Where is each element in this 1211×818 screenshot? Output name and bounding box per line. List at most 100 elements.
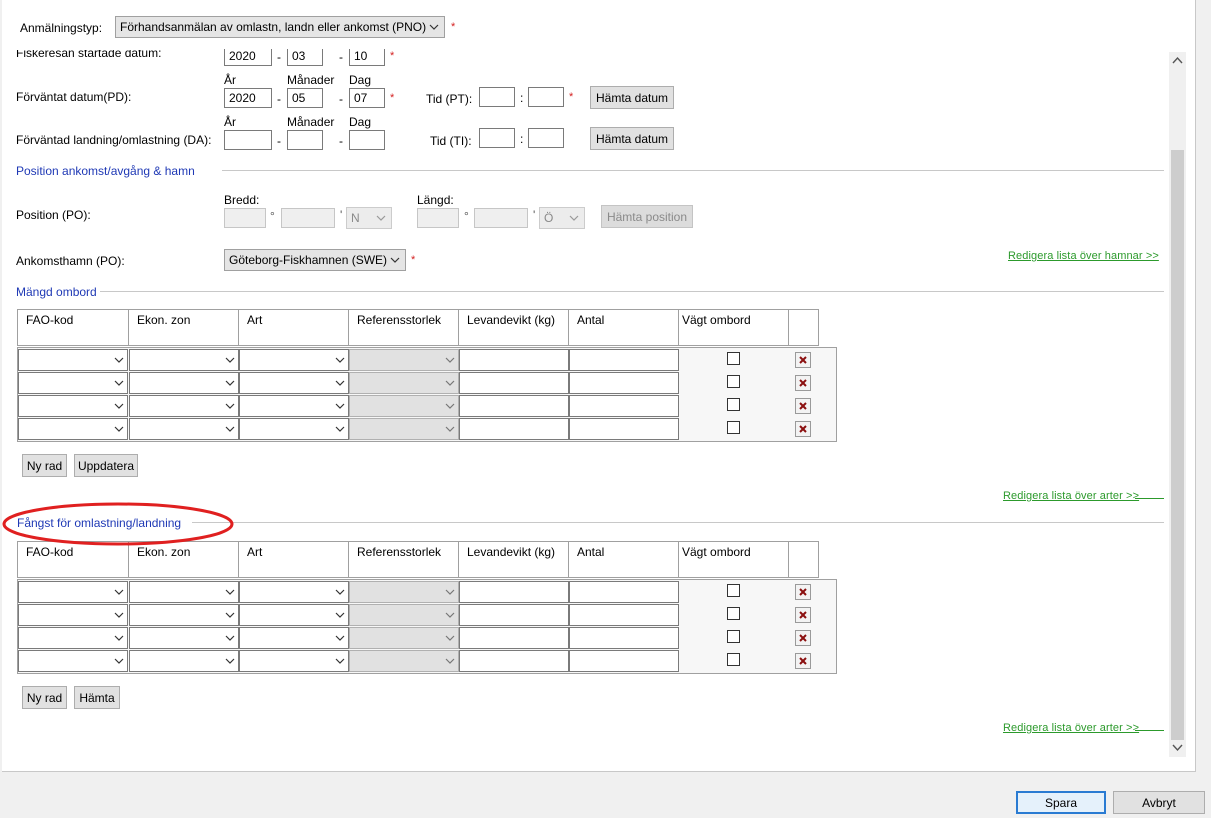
quantity-input[interactable]	[569, 604, 679, 626]
expected-minute-input[interactable]	[528, 87, 564, 107]
weighed-onboard-checkbox[interactable]	[727, 421, 740, 434]
quantity-input[interactable]	[569, 581, 679, 603]
fao-code-select[interactable]	[18, 604, 128, 626]
landing-hour-input[interactable]	[479, 128, 515, 148]
economic-zone-select[interactable]	[129, 372, 239, 394]
save-button[interactable]: Spara	[1016, 791, 1106, 814]
cancel-button[interactable]: Avbryt	[1113, 791, 1205, 814]
landing-minute-input[interactable]	[528, 128, 564, 148]
weighed-onboard-checkbox[interactable]	[727, 653, 740, 666]
species-select[interactable]	[239, 349, 349, 371]
reference-size-select[interactable]	[349, 372, 459, 394]
reference-size-select[interactable]	[349, 627, 459, 649]
quantity-input[interactable]	[569, 349, 679, 371]
catch-new-row-button[interactable]: Ny rad	[22, 686, 67, 709]
fao-code-select[interactable]	[18, 418, 128, 440]
fao-code-select[interactable]	[18, 627, 128, 649]
scrollbar-thumb[interactable]	[1171, 150, 1184, 740]
reference-size-select[interactable]	[349, 581, 459, 603]
edit-species-link[interactable]: Redigera lista över arter >>	[1003, 722, 1139, 734]
economic-zone-select[interactable]	[129, 418, 239, 440]
species-select[interactable]	[239, 627, 349, 649]
weighed-onboard-checkbox[interactable]	[727, 375, 740, 388]
weighed-onboard-checkbox[interactable]	[727, 398, 740, 411]
delete-row-button[interactable]	[795, 584, 811, 600]
fao-code-select[interactable]	[18, 395, 128, 417]
fao-code-select[interactable]	[18, 349, 128, 371]
reference-size-select[interactable]	[349, 395, 459, 417]
start-year-input[interactable]	[224, 49, 272, 66]
live-weight-input[interactable]	[459, 418, 569, 440]
expected-hour-input[interactable]	[479, 87, 515, 107]
onboard-update-button[interactable]: Uppdatera	[74, 454, 138, 477]
delete-row-button[interactable]	[795, 352, 811, 368]
quantity-input[interactable]	[569, 627, 679, 649]
vertical-scrollbar[interactable]	[1169, 52, 1186, 757]
scroll-up-icon[interactable]	[1172, 56, 1183, 64]
start-month-input[interactable]	[287, 49, 323, 66]
weighed-onboard-checkbox[interactable]	[727, 630, 740, 643]
species-select[interactable]	[239, 650, 349, 672]
fao-code-select[interactable]	[18, 650, 128, 672]
port-select[interactable]: Göteborg-Fiskhamnen (SWE)	[224, 249, 406, 271]
species-select[interactable]	[239, 581, 349, 603]
species-select[interactable]	[239, 395, 349, 417]
delete-row-button[interactable]	[795, 421, 811, 437]
quantity-input[interactable]	[569, 395, 679, 417]
longitude-direction-select[interactable]: Ö	[539, 207, 585, 229]
landing-month-input[interactable]	[287, 130, 323, 150]
quantity-input[interactable]	[569, 372, 679, 394]
live-weight-input[interactable]	[459, 604, 569, 626]
reference-size-select[interactable]	[349, 418, 459, 440]
live-weight-input[interactable]	[459, 372, 569, 394]
economic-zone-select[interactable]	[129, 627, 239, 649]
catch-fetch-button[interactable]: Hämta	[74, 686, 120, 709]
fetch-position-button[interactable]: Hämta position	[601, 205, 693, 228]
start-day-input[interactable]	[349, 49, 385, 66]
expected-year-input[interactable]	[224, 88, 272, 108]
reference-size-select[interactable]	[349, 650, 459, 672]
delete-row-button[interactable]	[795, 607, 811, 623]
expected-month-input[interactable]	[287, 88, 323, 108]
reference-size-select[interactable]	[349, 604, 459, 626]
longitude-minutes-input[interactable]	[474, 208, 528, 228]
weighed-onboard-checkbox[interactable]	[727, 584, 740, 597]
economic-zone-select[interactable]	[129, 395, 239, 417]
onboard-new-row-button[interactable]: Ny rad	[22, 454, 67, 477]
quantity-input[interactable]	[569, 650, 679, 672]
delete-row-button[interactable]	[795, 375, 811, 391]
fao-code-select[interactable]	[18, 581, 128, 603]
notification-type-select[interactable]: Förhandsanmälan av omlastn, landn eller …	[115, 16, 445, 38]
expected-day-input[interactable]	[349, 88, 385, 108]
economic-zone-select[interactable]	[129, 349, 239, 371]
live-weight-input[interactable]	[459, 349, 569, 371]
landing-year-input[interactable]	[224, 130, 272, 150]
delete-row-button[interactable]	[795, 653, 811, 669]
economic-zone-select[interactable]	[129, 604, 239, 626]
live-weight-input[interactable]	[459, 627, 569, 649]
reference-size-select[interactable]	[349, 349, 459, 371]
species-select[interactable]	[239, 372, 349, 394]
live-weight-input[interactable]	[459, 395, 569, 417]
landing-day-input[interactable]	[349, 130, 385, 150]
latitude-direction-select[interactable]: N	[346, 207, 392, 229]
edit-species-link[interactable]: Redigera lista över arter >>	[1003, 490, 1139, 502]
economic-zone-select[interactable]	[129, 650, 239, 672]
latitude-minutes-input[interactable]	[281, 208, 335, 228]
fetch-date-button[interactable]: Hämta datum	[590, 86, 674, 109]
live-weight-input[interactable]	[459, 581, 569, 603]
delete-row-button[interactable]	[795, 630, 811, 646]
weighed-onboard-checkbox[interactable]	[727, 607, 740, 620]
weighed-onboard-checkbox[interactable]	[727, 352, 740, 365]
longitude-degrees-input[interactable]	[417, 208, 459, 228]
live-weight-input[interactable]	[459, 650, 569, 672]
species-select[interactable]	[239, 604, 349, 626]
edit-ports-link[interactable]: Redigera lista över hamnar >>	[1008, 250, 1159, 262]
delete-row-button[interactable]	[795, 398, 811, 414]
latitude-degrees-input[interactable]	[224, 208, 266, 228]
economic-zone-select[interactable]	[129, 581, 239, 603]
quantity-input[interactable]	[569, 418, 679, 440]
fao-code-select[interactable]	[18, 372, 128, 394]
species-select[interactable]	[239, 418, 349, 440]
fetch-landing-date-button[interactable]: Hämta datum	[590, 127, 674, 150]
